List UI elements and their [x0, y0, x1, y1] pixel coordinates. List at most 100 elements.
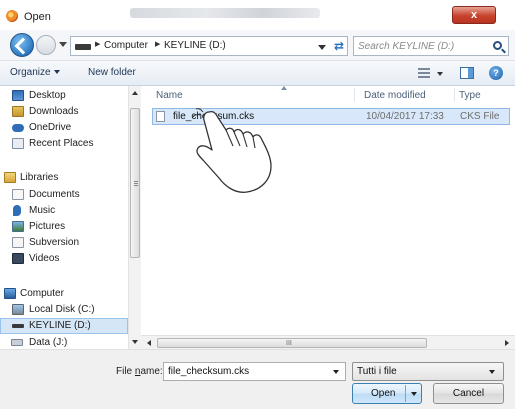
- onedrive-icon: [12, 124, 24, 132]
- nav-label: Subversion: [29, 237, 80, 248]
- change-view-icon[interactable]: [418, 68, 430, 78]
- nav-label: Videos: [29, 253, 60, 264]
- scrollbar-thumb[interactable]: [130, 108, 140, 258]
- column-divider[interactable]: [454, 88, 455, 102]
- downloads-icon: [12, 106, 24, 117]
- app-icon: [6, 10, 18, 22]
- scroll-up-icon[interactable]: [132, 91, 138, 95]
- nav-label: OneDrive: [29, 122, 72, 133]
- chevron-down-icon: [489, 370, 495, 374]
- scrollbar-thumb[interactable]: III: [157, 338, 427, 348]
- organize-label: Organize: [10, 67, 51, 78]
- pictures-icon: [12, 221, 24, 232]
- sort-ascending-icon: [281, 86, 287, 90]
- libraries-icon: [4, 172, 16, 183]
- scroll-right-icon[interactable]: [505, 340, 509, 346]
- open-options-chevron-icon[interactable]: [411, 392, 417, 396]
- grip-icon: [134, 181, 138, 187]
- column-header-type[interactable]: Type: [459, 90, 481, 101]
- grip-icon: III: [286, 340, 292, 347]
- breadcrumb-keyline[interactable]: KEYLINE (D:): [164, 40, 226, 51]
- column-divider[interactable]: [354, 88, 355, 102]
- dialog-footer: File name: Tutti i file Open Cancel: [0, 349, 515, 409]
- file-type: CKS File: [460, 111, 500, 122]
- documents-icon: [12, 189, 24, 200]
- nav-item-videos[interactable]: Videos: [0, 251, 128, 267]
- chevron-down-icon: [53, 70, 60, 75]
- address-bar[interactable]: ▶ Computer ▶ KEYLINE (D:) ⇄: [70, 36, 348, 56]
- horizontal-scrollbar[interactable]: III: [141, 335, 515, 349]
- nav-item-local-disk[interactable]: Local Disk (C:): [0, 302, 128, 318]
- usb-drive-icon: [12, 324, 24, 328]
- nav-item-documents[interactable]: Documents: [0, 187, 128, 203]
- chevron-down-icon[interactable]: [333, 370, 339, 374]
- nav-label: Music: [29, 205, 56, 216]
- file-icon: [156, 111, 165, 122]
- refresh-button[interactable]: ⇄: [331, 38, 347, 54]
- breadcrumb-separator-icon: ▶: [155, 41, 161, 48]
- nav-label: Downloads: [29, 106, 79, 117]
- command-bar: Organize New folder ?: [0, 60, 515, 86]
- title-bar: Open x: [0, 0, 515, 30]
- open-button[interactable]: Open: [352, 383, 422, 404]
- file-type-select[interactable]: Tutti i file: [352, 362, 504, 381]
- nav-item-computer[interactable]: Computer: [0, 286, 128, 302]
- help-icon[interactable]: ?: [489, 66, 503, 80]
- scroll-left-icon[interactable]: [147, 340, 151, 346]
- filename-input[interactable]: [164, 363, 324, 380]
- recent-places-icon: [12, 138, 24, 149]
- nav-label: Data (J:): [29, 337, 68, 348]
- filename-label-prefix: File: [116, 366, 135, 377]
- blurred-caption: [130, 8, 320, 18]
- nav-item-recent-places[interactable]: Recent Places: [0, 136, 128, 152]
- back-button[interactable]: [10, 33, 34, 57]
- cancel-button[interactable]: Cancel: [433, 383, 504, 404]
- music-icon: [13, 205, 21, 216]
- hand-pointer-icon: [192, 108, 272, 193]
- filename-label: File name:: [116, 366, 163, 377]
- column-header-name[interactable]: Name: [156, 90, 183, 101]
- nav-item-desktop[interactable]: Desktop: [0, 88, 128, 104]
- address-dropdown-icon[interactable]: [318, 45, 326, 50]
- search-box[interactable]: [353, 36, 509, 56]
- nav-item-libraries[interactable]: Libraries: [0, 170, 128, 186]
- nav-label: Desktop: [29, 90, 66, 101]
- nav-item-music[interactable]: Music: [0, 203, 128, 219]
- search-input[interactable]: [354, 37, 488, 55]
- search-icon[interactable]: [493, 41, 502, 50]
- nav-label: KEYLINE (D:): [29, 320, 91, 331]
- nav-label: Libraries: [20, 172, 59, 183]
- close-button[interactable]: x: [452, 6, 496, 24]
- open-file-dialog: Open x ▶ Computer ▶ KEYLINE (D:) ⇄ Organ…: [0, 0, 515, 409]
- scroll-down-icon[interactable]: [132, 340, 138, 344]
- nav-item-onedrive[interactable]: OneDrive: [0, 120, 128, 136]
- subversion-icon: [12, 237, 24, 248]
- new-folder-button[interactable]: New folder: [88, 67, 136, 78]
- drive-icon: [75, 44, 91, 50]
- view-options-dropdown[interactable]: [437, 72, 443, 76]
- nav-label: Recent Places: [29, 138, 94, 149]
- preview-pane-icon[interactable]: [460, 67, 474, 79]
- nav-label: Pictures: [29, 221, 66, 232]
- nav-item-keyline[interactable]: KEYLINE (D:): [0, 318, 128, 334]
- organize-menu[interactable]: Organize: [10, 67, 60, 78]
- filename-label-suffix: ame:: [140, 366, 163, 377]
- file-date-modified: 10/04/2017 17:33: [366, 111, 444, 122]
- nav-pane-scrollbar[interactable]: [128, 86, 141, 349]
- column-header-date-modified[interactable]: Date modified: [364, 90, 426, 101]
- forward-button[interactable]: [36, 35, 56, 55]
- breadcrumb-computer[interactable]: Computer: [104, 40, 148, 51]
- nav-item-pictures[interactable]: Pictures: [0, 219, 128, 235]
- videos-icon: [12, 253, 24, 264]
- recent-locations-dropdown[interactable]: [59, 42, 67, 47]
- nav-label: Computer: [20, 288, 64, 299]
- navigation-pane: Desktop Downloads OneDrive Recent Places…: [0, 86, 141, 349]
- local-disk-icon: [12, 304, 24, 315]
- nav-item-downloads[interactable]: Downloads: [0, 104, 128, 120]
- split-divider: [405, 385, 406, 402]
- file-type-value: Tutti i file: [357, 366, 397, 377]
- nav-item-subversion[interactable]: Subversion: [0, 235, 128, 251]
- breadcrumb-separator-icon: ▶: [95, 41, 101, 48]
- filename-combobox[interactable]: [163, 362, 346, 381]
- open-button-label: Open: [371, 388, 396, 399]
